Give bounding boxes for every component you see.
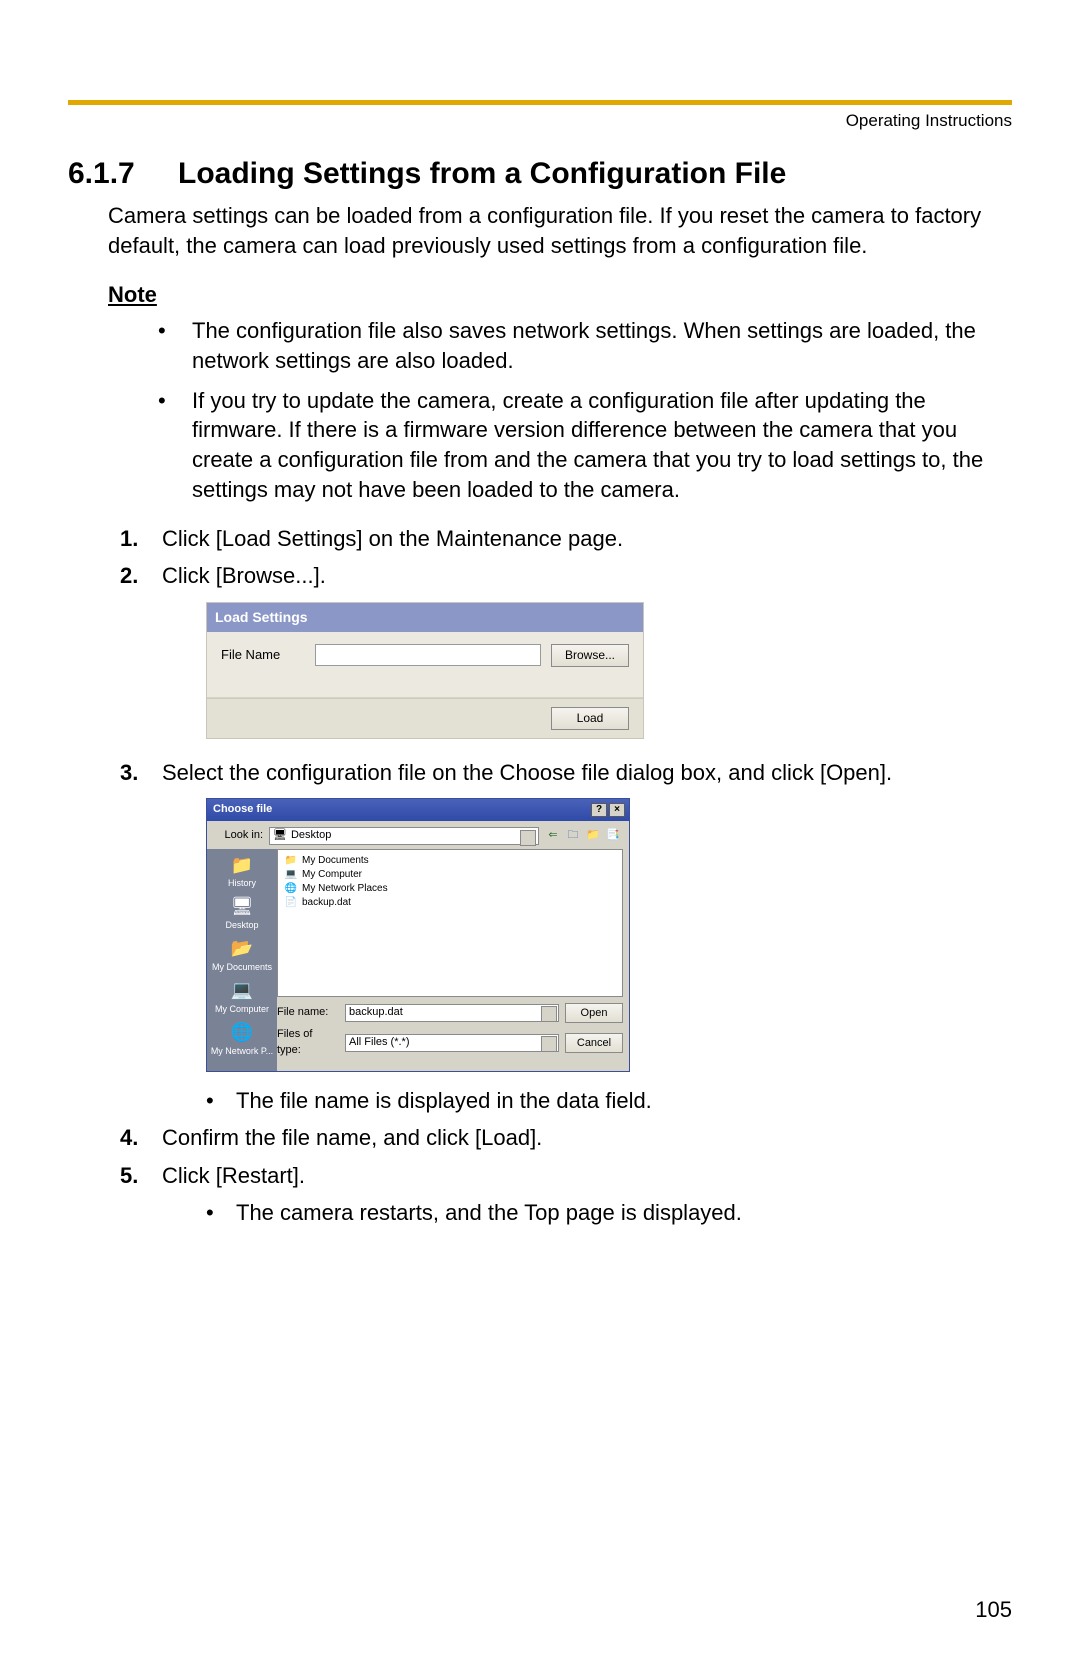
section-number: 6.1.7 (68, 157, 178, 191)
file-type-value: All Files (*.*) (349, 1035, 410, 1051)
look-in-select[interactable]: 🖥 Desktop (269, 827, 539, 845)
open-button[interactable]: Open (565, 1003, 623, 1023)
view-menu-icon[interactable]: 📑 (605, 828, 621, 844)
computer-icon: 💻 (284, 868, 298, 882)
step-text: Confirm the file name, and click [Load]. (162, 1125, 542, 1150)
sidebar-item-desktop[interactable]: 🖥 Desktop (210, 895, 274, 931)
file-icon: 📄 (284, 896, 298, 910)
page-number: 105 (975, 1597, 1012, 1623)
load-button[interactable]: Load (551, 707, 629, 730)
steps-list: Click [Load Settings] on the Maintenance… (120, 523, 1012, 1228)
note-list: The configuration file also saves networ… (158, 316, 1012, 504)
sidebar-item-label: My Computer (210, 1005, 274, 1015)
step-text: Click [Browse...]. (162, 563, 326, 588)
step-sub-item: The file name is displayed in the data f… (206, 1086, 1012, 1116)
step-5: Click [Restart]. The camera restarts, an… (120, 1160, 1012, 1228)
file-name: backup.dat (302, 896, 351, 910)
file-name-input[interactable] (315, 644, 541, 666)
new-folder-icon[interactable]: 📁 (585, 828, 601, 844)
cancel-button[interactable]: Cancel (565, 1033, 623, 1053)
step-4: Confirm the file name, and click [Load]. (120, 1122, 1012, 1154)
sidebar-item-documents[interactable]: 📂 My Documents (210, 937, 274, 973)
file-name: My Documents (302, 854, 369, 868)
computer-icon: 💻 (228, 979, 256, 1003)
sidebar-item-label: My Network P... (210, 1047, 274, 1057)
note-heading: Note (108, 282, 1012, 308)
step-3: Select the configuration file on the Cho… (120, 757, 1012, 1116)
sidebar-item-label: History (210, 879, 274, 889)
section-heading: 6.1.7Loading Settings from a Configurati… (68, 157, 1012, 191)
running-head: Operating Instructions (68, 111, 1012, 131)
file-name-label: File Name (221, 646, 305, 665)
step-sub-item: The camera restarts, and the Top page is… (206, 1198, 1012, 1228)
step-text: Click [Load Settings] on the Maintenance… (162, 526, 623, 551)
step-2: Click [Browse...]. Load Settings File Na… (120, 560, 1012, 738)
sidebar-item-computer[interactable]: 💻 My Computer (210, 979, 274, 1015)
desktop-icon: 🖥 (228, 895, 256, 919)
file-name-value: backup.dat (349, 1005, 403, 1021)
close-icon[interactable]: × (609, 803, 625, 817)
panel-title: Load Settings (207, 603, 643, 631)
look-in-value: Desktop (291, 828, 331, 844)
history-icon: 📁 (228, 853, 256, 877)
note-item: If you try to update the camera, create … (158, 386, 1012, 505)
note-item: The configuration file also saves networ… (158, 316, 1012, 375)
places-sidebar: 📁 History 🖥 Desktop 📂 My Documents (207, 849, 277, 1071)
list-item[interactable]: 📄 backup.dat (284, 896, 616, 910)
network-icon: 🌐 (284, 882, 298, 896)
file-name: My Network Places (302, 882, 388, 896)
list-item[interactable]: 📁 My Documents (284, 854, 616, 868)
folder-icon: 📁 (284, 854, 298, 868)
sidebar-item-label: Desktop (210, 921, 274, 931)
desktop-icon: 🖥 (273, 828, 287, 844)
step-text: Select the configuration file on the Cho… (162, 760, 892, 785)
file-name: My Computer (302, 868, 362, 882)
list-item[interactable]: 🌐 My Network Places (284, 882, 616, 896)
file-type-label: Files of type: (277, 1027, 339, 1059)
dialog-title: Choose file (213, 802, 272, 818)
browse-button[interactable]: Browse... (551, 644, 629, 667)
file-list[interactable]: 📁 My Documents 💻 My Computer 🌐 My Networ… (277, 849, 623, 997)
step-1: Click [Load Settings] on the Maintenance… (120, 523, 1012, 555)
list-item[interactable]: 💻 My Computer (284, 868, 616, 882)
documents-icon: 📂 (228, 937, 256, 961)
file-type-select[interactable]: All Files (*.*) (345, 1034, 559, 1052)
sidebar-item-label: My Documents (210, 963, 274, 973)
help-icon[interactable]: ? (591, 803, 607, 817)
intro-paragraph: Camera settings can be loaded from a con… (108, 201, 1012, 260)
back-icon[interactable]: ⇐ (545, 828, 561, 844)
step-text: Click [Restart]. (162, 1163, 305, 1188)
file-name-field[interactable]: backup.dat (345, 1004, 559, 1022)
network-icon: 🌐 (228, 1021, 256, 1045)
sidebar-item-history[interactable]: 📁 History (210, 853, 274, 889)
look-in-label: Look in: (215, 828, 263, 844)
header-rule (68, 100, 1012, 105)
file-name-label: File name: (277, 1005, 339, 1021)
choose-file-dialog: Choose file ? × Look in: 🖥 Desktop ⇐ 🗀 (206, 798, 630, 1072)
load-settings-panel: Load Settings File Name Browse... Load (206, 602, 644, 738)
section-title: Loading Settings from a Configuration Fi… (178, 157, 786, 190)
up-folder-icon[interactable]: 🗀 (565, 828, 581, 844)
sidebar-item-network[interactable]: 🌐 My Network P... (210, 1021, 274, 1057)
